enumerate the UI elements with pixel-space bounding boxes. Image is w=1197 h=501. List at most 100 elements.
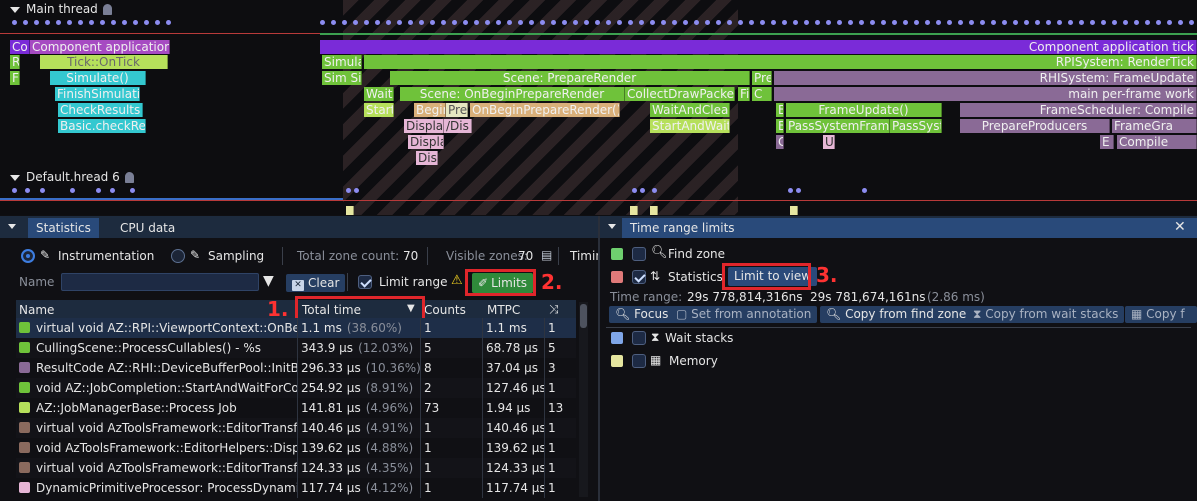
dock-menu-icon[interactable] [608,224,616,229]
zone[interactable]: Simulat [322,55,362,69]
close-icon[interactable]: ✕ [1174,219,1186,235]
copy-from-find-zone-button[interactable]: 🔍︎ Copy from find zone [820,306,973,323]
zone[interactable]: PrepareProducers [960,119,1110,133]
statistics-color-swatch[interactable] [611,271,623,283]
sampling-radio[interactable] [171,249,185,263]
zone[interactable]: Sim Si [322,71,362,85]
thread-header-default[interactable]: Default.hread 6 [10,170,134,184]
zone[interactable]: main per-frame work [774,87,1197,101]
instrumentation-label[interactable]: Instrumentation [58,248,154,264]
ghost-icon[interactable] [124,172,134,183]
collapse-arrow-icon[interactable] [10,174,20,181]
zone[interactable]: WaitAndClear [650,103,730,117]
tab-time-range-limits[interactable]: Time range limits [622,218,1197,238]
zone[interactable] [630,206,638,215]
column-header-mtpc[interactable]: MTPC [487,302,520,318]
zone[interactable]: Tick::OnTick [40,55,168,69]
memory-color-swatch[interactable] [611,355,623,367]
frame-marker-dot [89,20,94,25]
set-from-annotation-button[interactable]: ▢ Set from annotation [670,306,818,323]
memory-checkbox[interactable] [632,354,646,368]
copy-from-wait-stacks-button[interactable]: ⧗ Copy from wait stacks [967,306,1125,323]
zone[interactable]: RPISystem: RenderTick [364,55,1197,69]
wait-stacks-color-swatch[interactable] [611,332,623,344]
zone[interactable]: Displa [404,119,444,133]
zone[interactable]: B [776,119,784,133]
name-filter-input[interactable] [61,273,259,291]
table-cell-name: DynamicPrimitiveProcessor: ProcessDynami… [16,478,297,498]
zone[interactable]: RHISystem: FrameUpdate [774,71,1197,85]
focus-button[interactable]: 🔍︎ Focus [609,306,675,323]
zone[interactable] [650,206,658,215]
zone[interactable]: FrameGra [1112,119,1197,133]
frame-marker-dot [507,20,512,25]
ghost-icon[interactable] [102,4,112,15]
frame-marker-dot [788,188,793,193]
tab-cpu-data[interactable]: CPU data [112,218,183,238]
zone[interactable]: U [823,135,835,149]
frame-marker-dot [1178,20,1183,25]
clear-button[interactable]: ✕ Clear [286,274,346,292]
zone[interactable]: Fi [738,87,750,101]
frame-marker-dot [760,20,765,25]
zone[interactable]: Wait [364,87,394,101]
zone[interactable]: C [752,87,772,101]
zone[interactable]: OnBeginPrepareRender() [470,103,620,117]
zone[interactable]: CollectDrawPacket [625,87,735,101]
zone[interactable]: F [10,71,20,85]
zone[interactable]: Start [364,103,394,117]
zone[interactable]: Scene: OnBeginPrepareRender [400,87,625,101]
dock-menu-icon[interactable] [8,224,16,229]
zone[interactable]: Dis [416,151,438,165]
zone[interactable]: Component application tick [320,40,1197,54]
zone[interactable]: Pre [446,103,468,117]
stats-scrollbar[interactable] [579,302,588,497]
instrumentation-radio[interactable] [21,249,35,263]
zone[interactable]: PassSystemFrame [786,119,890,133]
zone[interactable]: B [776,103,784,117]
find-zone-color-swatch[interactable] [611,248,623,260]
copy-from-memory-button[interactable]: ▦ Copy f [1125,306,1197,323]
zone[interactable]: FinishSimulatio [55,87,140,101]
zone[interactable]: Displa [408,135,444,149]
clipboard-icon[interactable]: ▤ [541,247,552,263]
table-cell-name: ResultCode AZ::RHI::DeviceBufferPool::In… [16,358,297,378]
column-header-name[interactable]: Name [19,302,54,318]
column-header-counts[interactable]: Counts [424,302,466,318]
zone[interactable]: Pre [752,71,772,85]
limit-range-label[interactable]: Limit range [379,274,447,290]
statistics-checkbox[interactable] [632,270,646,284]
tab-statistics[interactable]: Statistics [28,218,99,238]
shuffle-icon[interactable]: ⤨ [549,301,559,317]
zone[interactable]: R [10,55,20,69]
zone[interactable]: E [1100,135,1114,149]
zone[interactable]: Scene: PrepareRender [390,71,750,85]
frame-marker-dot [78,20,83,25]
table-cell-mtpc: 1.1 ms [482,318,544,338]
zone[interactable] [790,206,798,215]
stats-scroll-thumb[interactable] [580,304,587,328]
collapse-arrow-icon[interactable] [10,6,20,13]
zone[interactable]: Simulate() [50,71,146,85]
zone[interactable]: Basic.checkRe [58,119,146,133]
zone[interactable] [346,206,354,215]
table-cell-mtpc: 37.04 µs [482,358,544,378]
timeline-view[interactable]: Main thread Co Component application Com… [0,0,1197,215]
find-zone-checkbox[interactable] [632,247,646,261]
zone[interactable]: Begin [414,103,446,117]
thread-header-main[interactable]: Main thread [10,2,112,16]
zone[interactable]: FrameUpdate() [786,103,942,117]
sampling-label[interactable]: Sampling [208,248,264,264]
zone[interactable]: Component application [30,40,170,54]
zone[interactable]: CheckResults [58,103,143,117]
zone[interactable]: C [776,135,784,149]
zone[interactable]: Co [10,40,30,54]
wait-stacks-checkbox[interactable] [632,331,646,345]
limit-range-checkbox[interactable] [358,275,372,289]
zone[interactable]: /Dis [444,119,472,133]
zone[interactable]: Compile [1117,135,1197,149]
zone[interactable]: FrameScheduler: Compile [960,103,1197,117]
frame-marker-dot [364,20,369,25]
zone[interactable]: StartAndWait [650,119,730,133]
zone[interactable]: PassSyste [890,119,942,133]
